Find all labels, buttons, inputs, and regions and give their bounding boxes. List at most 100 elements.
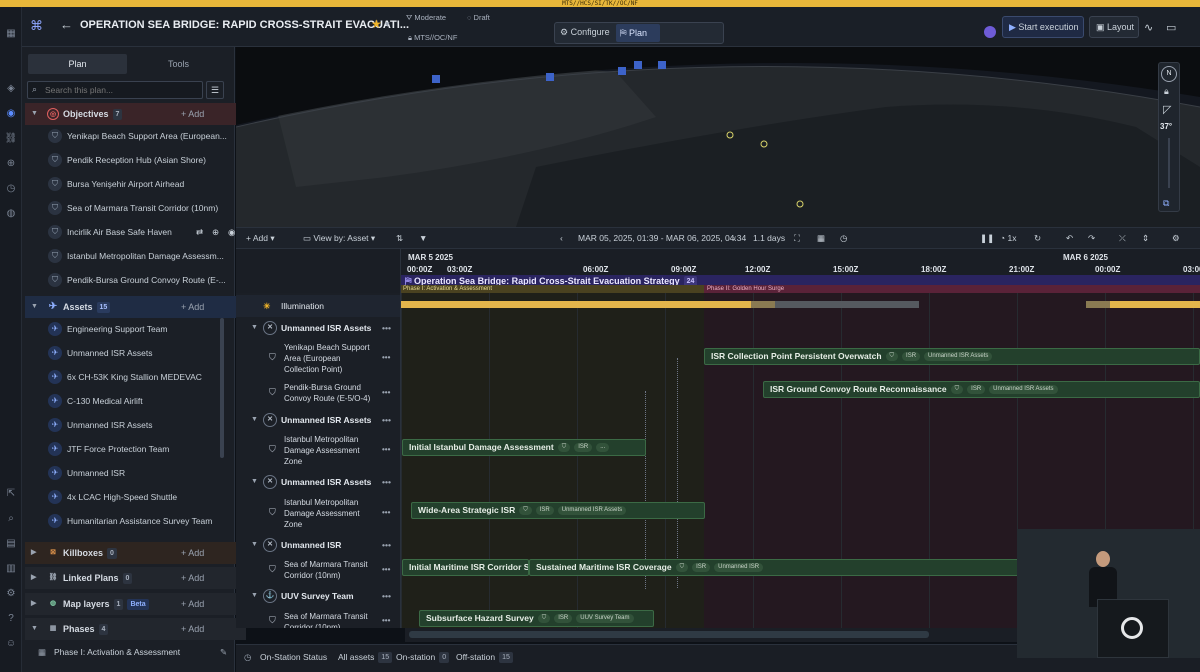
add-phase-button[interactable]: + Add xyxy=(181,618,204,640)
add-objective-button[interactable]: + Add xyxy=(181,103,204,125)
settings-icon[interactable]: ⚙ xyxy=(1172,228,1180,249)
swap-icon[interactable]: ⇄ xyxy=(196,221,203,243)
more-icon[interactable]: ••• xyxy=(382,534,391,556)
start-execution-button[interactable]: ▶ Start execution xyxy=(1002,16,1084,38)
objective-row[interactable]: ⛉ Pendik-Bursa Ground Convoy Route (E-5/O… xyxy=(236,382,400,408)
sidebar-scrollbar[interactable] xyxy=(220,318,224,458)
filter-all-assets[interactable]: All assets 15 xyxy=(338,645,393,669)
configure-tab[interactable]: ⚙ Configure xyxy=(560,27,610,38)
pause-icon[interactable]: ❚❚ xyxy=(980,228,994,249)
classification-pill[interactable]: ⛛ Moderate xyxy=(406,13,446,23)
objective-row[interactable]: ⛉ Istanbul Metropolitan Damage Assessment… xyxy=(236,434,400,467)
add-circle-icon[interactable]: ⊕ xyxy=(212,221,219,243)
more-icon[interactable]: ••• xyxy=(382,564,390,575)
more-icon[interactable]: ••• xyxy=(382,471,391,493)
target-icon[interactable]: ⊕ xyxy=(4,157,18,171)
search-icon[interactable]: ⌕ xyxy=(4,512,18,526)
back-arrow-icon[interactable]: ← xyxy=(60,17,73,32)
layers-icon[interactable]: ◈ xyxy=(4,82,18,96)
unit-marker[interactable] xyxy=(634,61,642,69)
panel-toggle-icon[interactable]: ▭ xyxy=(1166,21,1176,34)
objective-row[interactable]: ⛉ Istanbul Metropolitan Damage Assessment… xyxy=(236,497,400,530)
avatar[interactable] xyxy=(984,26,996,38)
user-icon[interactable]: ☺ xyxy=(4,637,18,651)
asset-item[interactable]: ✈ Unmanned ISR xyxy=(46,462,244,484)
lock-icon[interactable]: 🔒︎ xyxy=(1164,86,1169,97)
task-bar[interactable]: Initial Istanbul Damage Assessment ⛉ ISR..… xyxy=(402,439,646,456)
plan-icon[interactable]: ◉ xyxy=(4,107,18,121)
asset-item[interactable]: ✈ 4x LCAC High-Speed Shuttle xyxy=(46,486,244,508)
asset-item[interactable]: ✈ Humanitarian Assistance Survey Team xyxy=(46,510,244,532)
reset-icon[interactable]: ↻ xyxy=(1034,228,1041,249)
doc-icon[interactable]: ▤ xyxy=(4,537,18,551)
objective-item[interactable]: ⛉ Pendik Reception Hub (Asian Shore) xyxy=(46,149,244,171)
group-row-unmanned-isr-assets[interactable]: ▼ ✕ Unmanned ISR Assets ••• xyxy=(236,471,400,493)
tilt-icon[interactable]: ◸ xyxy=(1163,103,1171,116)
objective-item[interactable]: ⛉ Yenikapı Beach Support Area (European..… xyxy=(46,125,244,147)
sort-icon[interactable]: ⇅ xyxy=(396,228,403,249)
filter-list-icon[interactable]: ☰ xyxy=(206,81,224,99)
more-icon[interactable]: ••• xyxy=(382,507,390,518)
group-row-unmanned-isr-assets[interactable]: ▼ ✕ Unmanned ISR Assets ••• xyxy=(236,317,400,339)
unit-marker[interactable] xyxy=(618,67,626,75)
more-icon[interactable]: ••• xyxy=(382,585,391,607)
calendar-icon[interactable]: ▦ xyxy=(817,228,825,249)
compass-icon[interactable]: N xyxy=(1161,66,1177,82)
eye-icon[interactable]: ◉ xyxy=(228,221,235,243)
more-icon[interactable]: ••• xyxy=(382,352,390,363)
map-layers-header[interactable]: ▶ ◍ Map layers 1 Beta + Add xyxy=(25,593,246,615)
time-range[interactable]: MAR 05, 2025, 01:39 - MAR 06, 2025, 04:3… xyxy=(578,228,746,249)
more-icon[interactable]: ••• xyxy=(382,409,391,431)
illumination-row[interactable]: ☀ Illumination xyxy=(236,295,400,317)
more-icon[interactable]: ••• xyxy=(382,317,391,339)
more-icon[interactable]: ••• xyxy=(382,387,390,398)
clock-icon[interactable]: ◷ xyxy=(4,182,18,196)
task-bar[interactable]: Subsurface Hazard Survey ⛉ ISR UUV Survey T… xyxy=(419,610,654,627)
phase-2-band[interactable]: Phase II: Golden Hour Surge xyxy=(704,285,1200,293)
plan-tab[interactable]: ⛿ Plan xyxy=(616,24,660,42)
task-bar[interactable]: Initial Maritime ISR Corridor Su xyxy=(402,559,529,576)
add-asset-button[interactable]: + Add xyxy=(181,296,204,318)
task-bar[interactable]: Wide-Area Strategic ISR ⛉ ISR Unmanned ISR … xyxy=(411,502,705,519)
phase-1-band[interactable]: Phase I: Activation & Assessment xyxy=(401,285,704,293)
map-layer-icon[interactable]: ⧉ xyxy=(1163,198,1169,209)
filter-off-station[interactable]: Off-station 15 xyxy=(456,645,513,669)
assets-header[interactable]: ▼ ✈ Assets 15 + Add xyxy=(25,296,246,318)
map-view[interactable]: N 🔒︎ ◸ 37° ⧉ xyxy=(236,47,1200,227)
scrollbar-thumb[interactable] xyxy=(409,631,929,638)
unit-marker[interactable] xyxy=(432,75,440,83)
unit-marker[interactable] xyxy=(546,73,554,81)
more-icon[interactable]: ••• xyxy=(382,444,390,455)
objective-item[interactable]: ⛉ Bursa Yenişehir Airport Airhead xyxy=(46,173,244,195)
search-input[interactable] xyxy=(45,83,195,97)
book-icon[interactable]: ▥ xyxy=(4,562,18,576)
objectives-header[interactable]: ▼ ◎ Objectives 7 + Add xyxy=(25,103,246,125)
prev-range-icon[interactable]: ‹ xyxy=(560,228,563,249)
objective-item[interactable]: ⛉ Sea of Marmara Transit Corridor (10nm) xyxy=(46,197,244,219)
filter-on-station[interactable]: On-station 0 xyxy=(396,645,450,669)
add-killbox-button[interactable]: + Add xyxy=(181,542,204,564)
app-logo-icon[interactable]: ⌘ xyxy=(30,18,46,34)
add-linked-plan-button[interactable]: + Add xyxy=(181,567,204,589)
chevron-down-icon[interactable]: ▾ xyxy=(385,19,390,30)
star-icon[interactable]: ★ xyxy=(371,17,382,31)
expand-rows-icon[interactable]: ⇕ xyxy=(1142,228,1149,249)
layout-button[interactable]: ▣ Layout xyxy=(1089,16,1139,38)
now-icon[interactable]: ◷ xyxy=(840,228,847,249)
group-row-uuv-survey-team[interactable]: ▼ ⚓ UUV Survey Team ••• xyxy=(236,585,400,607)
fit-icon[interactable]: ⛶ xyxy=(794,228,800,249)
task-bar[interactable]: ISR Collection Point Persistent Overwatc… xyxy=(704,348,1200,365)
settings-icon[interactable]: ⚙ xyxy=(4,587,18,601)
tab-plan[interactable]: Plan xyxy=(28,54,127,74)
grid-icon[interactable]: ▦ xyxy=(4,27,18,41)
objective-row[interactable]: ⛉ Yenikapı Beach Support Area (European C… xyxy=(236,342,400,375)
filter-icon[interactable]: ▼ xyxy=(419,228,427,249)
asset-item[interactable]: ✈ JTF Force Protection Team xyxy=(46,438,244,460)
more-icon[interactable]: ••• xyxy=(382,615,390,626)
speed-control[interactable]: ◔ 1x xyxy=(1000,228,1016,249)
zoom-slider[interactable] xyxy=(1168,138,1170,188)
redo-icon[interactable]: ↷ xyxy=(1088,228,1095,249)
undo-icon[interactable]: ↶ xyxy=(1066,228,1073,249)
expand-icon[interactable]: ⇱ xyxy=(4,487,18,501)
asset-item[interactable]: ✈ 6x CH-53K King Stallion MEDEVAC xyxy=(46,366,244,388)
